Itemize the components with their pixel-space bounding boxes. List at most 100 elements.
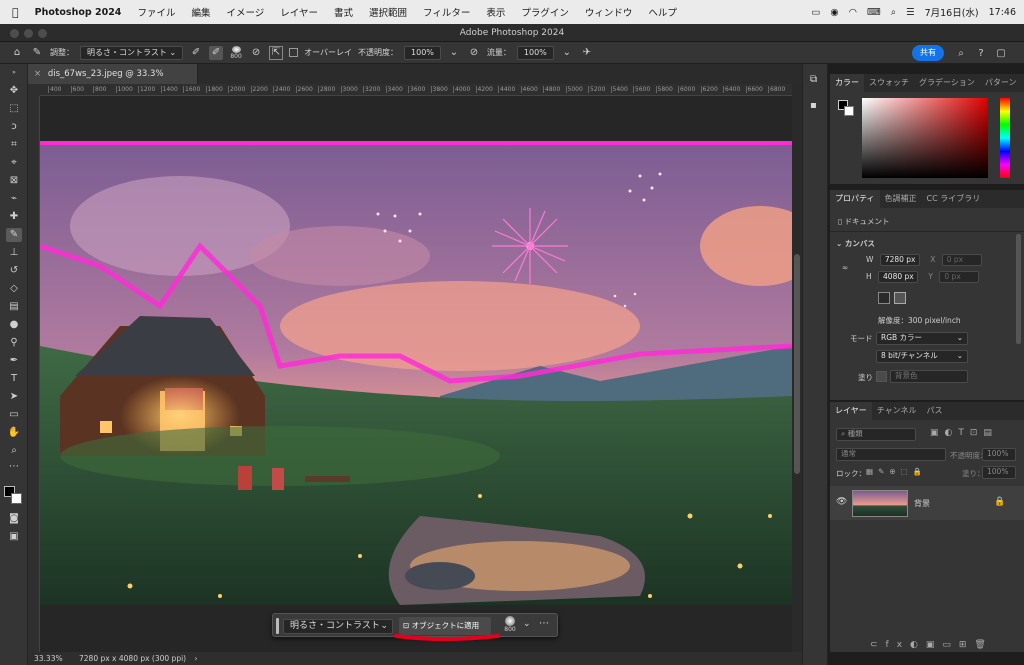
- help-icon[interactable]: ?: [974, 46, 988, 60]
- menu-edit[interactable]: 編集: [183, 5, 218, 19]
- chevron-down-icon[interactable]: ⌄: [560, 46, 574, 60]
- move-tool-icon[interactable]: ✥: [6, 84, 22, 98]
- marquee-tool-icon[interactable]: ⬚: [6, 102, 22, 116]
- close-tab-icon[interactable]: ×: [34, 69, 41, 79]
- chevron-right-icon[interactable]: ›: [194, 654, 197, 663]
- more-tools-icon[interactable]: ⋯: [6, 460, 22, 474]
- tab-paths[interactable]: パス: [922, 402, 948, 420]
- zoom-tool-icon[interactable]: ⌕: [6, 444, 22, 458]
- object-selection-tool-icon[interactable]: ⌗: [6, 138, 22, 152]
- tab-layers[interactable]: レイヤー: [830, 402, 872, 420]
- history-brush-tool-icon[interactable]: ↺: [6, 264, 22, 278]
- y-field[interactable]: 0 px: [939, 271, 980, 283]
- chevron-down-icon[interactable]: ⌄: [447, 46, 461, 60]
- dodge-tool-icon[interactable]: ⚲: [6, 336, 22, 350]
- brush-subtract-icon[interactable]: ✐: [209, 45, 224, 60]
- blur-tool-icon[interactable]: ●: [6, 318, 22, 332]
- rectangle-tool-icon[interactable]: ▭: [6, 408, 22, 422]
- hue-slider[interactable]: [1000, 98, 1010, 178]
- home-icon[interactable]: ⌂: [10, 46, 24, 60]
- tab-gradients[interactable]: グラデーション: [914, 74, 980, 92]
- battery-icon[interactable]: ▭: [811, 7, 820, 18]
- lasso-tool-icon[interactable]: ↄ: [6, 120, 22, 134]
- user-icon[interactable]: ◉: [830, 7, 838, 18]
- canvas-area[interactable]: [40, 96, 792, 652]
- history-panel-icon[interactable]: ⧉: [810, 74, 817, 85]
- menu-view[interactable]: 表示: [478, 5, 513, 19]
- menu-image[interactable]: イメージ: [218, 5, 272, 19]
- sample-all-icon[interactable]: ⇱: [269, 45, 284, 60]
- chevron-down-icon[interactable]: ⌄: [523, 619, 531, 629]
- lock-icon[interactable]: 🔒: [994, 497, 1005, 507]
- canvas-section-header[interactable]: ⌄ カンバス: [836, 238, 875, 249]
- brush-preset-icon[interactable]: 800: [229, 45, 243, 60]
- color-background-swatch[interactable]: [844, 106, 854, 116]
- adjustment-dropdown[interactable]: 明るさ・コントラスト ⌄: [80, 45, 184, 60]
- document-info[interactable]: 7280 px x 4080 px (300 ppi): [79, 654, 186, 663]
- zoom-level[interactable]: 33.33%: [34, 654, 63, 663]
- search-icon[interactable]: ⌕: [891, 7, 896, 18]
- layer-filter-dropdown[interactable]: ⌕ 種類: [836, 428, 916, 441]
- control-center-icon[interactable]: ☰: [906, 7, 915, 18]
- pen-tool-icon[interactable]: ✒: [6, 354, 22, 368]
- eyedropper-tool-icon[interactable]: ⌁: [6, 192, 22, 206]
- layer-opacity-field[interactable]: 100%: [982, 448, 1016, 461]
- keyboard-icon[interactable]: ⌨: [867, 7, 881, 18]
- brush-settings-icon[interactable]: ⊘: [249, 46, 263, 60]
- context-brush-preset[interactable]: 800: [501, 616, 519, 633]
- mode-dropdown[interactable]: RGB カラー ⌄: [876, 332, 968, 345]
- minimize-window-button[interactable]: [24, 29, 33, 38]
- close-window-button[interactable]: [10, 29, 19, 38]
- apple-icon[interactable]: : [0, 6, 27, 19]
- overlay-checkbox[interactable]: [289, 48, 299, 57]
- tab-cc-libraries[interactable]: CC ライブラリ: [922, 190, 986, 208]
- brush-add-icon[interactable]: ✐: [189, 46, 203, 60]
- menubar-date[interactable]: 7月16日(水): [925, 5, 979, 19]
- adjustment-brush-tool-icon[interactable]: ✎: [6, 228, 22, 242]
- frame-tool-icon[interactable]: ⊠: [6, 174, 22, 188]
- vertical-scrollbar[interactable]: [792, 84, 802, 652]
- workspace-icon[interactable]: ▢: [994, 46, 1008, 60]
- toolbar-collapse-icon[interactable]: »: [6, 66, 22, 80]
- tab-swatches[interactable]: スウォッチ: [864, 74, 914, 92]
- zoom-window-button[interactable]: [38, 29, 47, 38]
- pressure-opacity-icon[interactable]: ⊘: [467, 46, 481, 60]
- landscape-icon[interactable]: [894, 292, 906, 304]
- hand-tool-icon[interactable]: ✋: [6, 426, 22, 440]
- more-options-icon[interactable]: ⋯: [539, 618, 549, 629]
- link-dimensions-icon[interactable]: ∞: [842, 263, 848, 272]
- eye-icon[interactable]: 👁: [836, 497, 847, 507]
- blend-mode-dropdown[interactable]: 通常: [836, 448, 946, 461]
- tab-adjustments[interactable]: 色調補正: [880, 190, 922, 208]
- wifi-icon[interactable]: ◠: [849, 7, 857, 18]
- tab-properties[interactable]: プロパティ: [830, 190, 880, 208]
- ruler-origin[interactable]: [28, 84, 40, 96]
- type-tool-icon[interactable]: T: [6, 372, 22, 386]
- properties-scrollbar[interactable]: [1016, 234, 1021, 344]
- scrollbar-thumb[interactable]: [794, 254, 800, 474]
- search-icon[interactable]: ⌕: [954, 46, 968, 60]
- flow-field[interactable]: 100%: [516, 45, 554, 60]
- gradient-tool-icon[interactable]: ▤: [6, 300, 22, 314]
- menu-filter[interactable]: フィルター: [415, 5, 478, 19]
- menu-select[interactable]: 選択範囲: [361, 5, 415, 19]
- color-field[interactable]: [862, 98, 988, 178]
- healing-brush-tool-icon[interactable]: ✚: [6, 210, 22, 224]
- document-tab[interactable]: × dis_67ws_23.jpeg @ 33.3% (RGB/8#): [28, 64, 198, 99]
- app-menu[interactable]: Photoshop 2024: [27, 7, 130, 18]
- tab-channels[interactable]: チャンネル: [872, 402, 922, 420]
- quick-mask-icon[interactable]: ◙: [6, 512, 22, 526]
- menu-layer[interactable]: レイヤー: [272, 5, 326, 19]
- x-field[interactable]: 0 px: [941, 254, 982, 266]
- screen-mode-icon[interactable]: ▣: [6, 530, 22, 544]
- context-adjustment-dropdown[interactable]: 明るさ・コントラスト ⌄: [283, 619, 393, 634]
- crop-tool-icon[interactable]: ⌖: [6, 156, 22, 170]
- share-button[interactable]: 共有: [912, 45, 944, 61]
- layer-actions[interactable]: ⊂fx◐▣▭⊞🗑: [870, 640, 994, 650]
- background-color-swatch[interactable]: [11, 493, 22, 504]
- stamp-tool-icon[interactable]: ⊥: [6, 246, 22, 260]
- eraser-tool-icon[interactable]: ◇: [6, 282, 22, 296]
- lock-icons[interactable]: ▦✎⊕⬚🔒: [866, 467, 927, 476]
- menu-type[interactable]: 書式: [326, 5, 361, 19]
- airbrush-icon[interactable]: ✈: [580, 46, 594, 60]
